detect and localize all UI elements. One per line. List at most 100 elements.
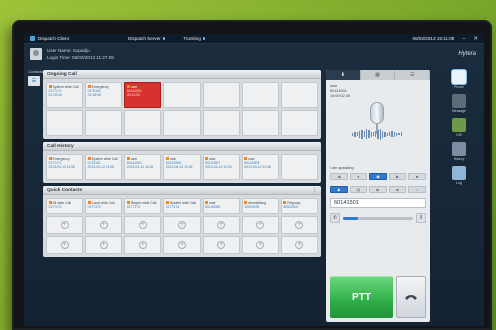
add-contact-slot[interactable]: + — [202, 216, 240, 234]
contacts-icon: ☰ — [31, 78, 37, 84]
monitor-icon[interactable]: ◉ — [369, 173, 387, 180]
contacts-card-number: 60520001 — [283, 204, 299, 209]
empty-slot[interactable] — [163, 110, 201, 136]
add-contact-slot[interactable]: + — [280, 236, 318, 254]
wave-bar — [393, 131, 395, 137]
add-icon: + — [217, 221, 226, 229]
empty-slot[interactable] — [280, 110, 318, 136]
contacts-card-name: Region wide Call — [126, 201, 159, 205]
empty-slot[interactable] — [241, 110, 279, 136]
call-icon — [126, 201, 130, 205]
add-contact-slot[interactable]: + — [241, 236, 279, 254]
add-contact-slot[interactable]: + — [241, 216, 279, 234]
add-contact-slot[interactable]: + — [202, 236, 240, 254]
ptt-button[interactable]: PTT — [330, 276, 393, 318]
play-icon[interactable]: ▶ — [369, 186, 387, 193]
add-contact-slot[interactable]: + — [124, 236, 162, 254]
volume-slider[interactable] — [343, 216, 413, 220]
forward-icon[interactable]: ▶ — [388, 173, 407, 180]
add-contact-slot[interactable]: + — [163, 216, 201, 234]
sidebar-item-history[interactable]: History — [450, 142, 468, 161]
call-history-card[interactable]: System wide Call 0175181 2013-04-12 11:06 — [85, 154, 123, 180]
contacts-label: Contacts — [28, 70, 43, 74]
end-icon[interactable]: ■ — [408, 173, 426, 180]
print-icon[interactable]: ▤ — [349, 186, 368, 193]
ongoing-call-card[interactable]: user 60141501 00:01:05 — [124, 82, 162, 108]
sidebar-item-log[interactable]: Log — [450, 166, 468, 185]
sidebar-item-gis[interactable]: GIS — [450, 118, 468, 137]
center-panels: Ongoing Call System wide Call 0177171 01:1… — [43, 70, 321, 260]
add-contact-slot[interactable]: + — [163, 236, 201, 254]
title-bar: Dispatch Client Dispatch Server Trunking… — [24, 34, 484, 44]
record-icon[interactable]: ● — [349, 173, 368, 180]
close-button[interactable]: ✕ — [473, 36, 478, 42]
contacts-toggle-button[interactable]: ☰ — [28, 76, 40, 86]
call-history-card[interactable]: Emergency 0177171 2013-04-12 11:06 — [46, 154, 84, 180]
add-contact-slot[interactable]: + — [46, 216, 84, 234]
contacts-card-number: 60140008 — [205, 204, 221, 209]
call-icon — [126, 157, 130, 161]
quick-contact-card[interactable]: user 60140008 — [202, 198, 240, 214]
check-icon[interactable]: ✓ — [408, 186, 426, 193]
call-history-card[interactable]: user 60141505 2013-04-12 11:06 — [163, 154, 201, 180]
quick-contact-card[interactable]: All wide Call 0177171 — [46, 198, 84, 214]
call-history-title: Call History — [47, 143, 74, 149]
number-input[interactable]: 60141501 — [330, 198, 426, 208]
tab-keypad[interactable]: ▦ — [361, 70, 396, 80]
sidebar-item-message[interactable]: Message — [450, 94, 468, 113]
call-history-card[interactable]: user 60141501 2013-04-12 11:06 — [124, 154, 162, 180]
stop-icon[interactable]: ■ — [388, 186, 407, 193]
tab-call[interactable]: ⬇ — [326, 70, 361, 80]
empty-slot[interactable] — [163, 82, 201, 108]
quick-contact-card[interactable]: dennisBang 10025199 — [241, 198, 279, 214]
datetime: 06/02/2013 15:11:08 — [412, 36, 455, 41]
empty-slot[interactable] — [280, 154, 318, 180]
wave-bar — [395, 132, 398, 136]
add-contact-slot[interactable]: + — [85, 216, 123, 234]
quick-contact-card[interactable]: System wide Call 0177174 — [163, 198, 201, 214]
wave-bar — [358, 130, 361, 138]
empty-slot[interactable] — [280, 82, 318, 108]
audio-wave-icon — [352, 128, 402, 140]
ongoing-card-time: 01:15:06 — [87, 92, 101, 97]
empty-slot[interactable] — [202, 110, 240, 136]
more-icon[interactable]: ⋮ — [312, 188, 317, 193]
add-contact-slot[interactable]: + — [280, 216, 318, 234]
history-card-time: 2013-04-12 11:06 — [126, 164, 154, 169]
quick-contact-card[interactable]: Local wide Call 0177172 — [85, 198, 123, 214]
empty-slot[interactable] — [202, 82, 240, 108]
empty-slot[interactable] — [241, 82, 279, 108]
add-icon: + — [256, 221, 265, 229]
empty-slot[interactable] — [124, 110, 162, 136]
wave-bar — [382, 130, 384, 138]
user-icon[interactable]: ♟ — [330, 186, 348, 193]
add-contact-slot[interactable]: + — [46, 236, 84, 254]
ongoing-call-card[interactable]: Emergency 0175181 01:15:06 — [85, 82, 123, 108]
call-icon — [244, 201, 248, 205]
wave-bar — [398, 133, 400, 135]
sidebar-item-phone[interactable]: Phone — [450, 70, 468, 89]
call-icon — [205, 201, 209, 205]
add-icon: + — [177, 241, 186, 249]
call-history-card[interactable]: user 60141507 2013-04-12 11:06 — [202, 154, 240, 180]
add-icon: + — [138, 221, 147, 229]
wave-bar — [361, 129, 363, 139]
minimize-button[interactable]: – — [462, 36, 465, 42]
ptt-panel: ⬇ ▦ ☰ user 60141501 15:09:02.06 I am spe… — [326, 70, 430, 322]
ongoing-call-card[interactable]: System wide Call 0177171 01:15:06 — [46, 82, 84, 108]
call-history-card[interactable]: user 60141509 2013-04-12 11:06 — [241, 154, 279, 180]
hangup-button[interactable] — [396, 276, 426, 318]
quick-contact-card[interactable]: Region wide Call 0177173 — [124, 198, 162, 214]
empty-slot[interactable] — [85, 110, 123, 136]
wave-bar — [379, 128, 382, 140]
add-contact-slot[interactable]: + — [85, 236, 123, 254]
pause-icon[interactable]: ‖ — [416, 213, 426, 223]
empty-slot[interactable] — [46, 110, 84, 136]
dial-icon[interactable]: ✆ — [330, 213, 340, 223]
tab-list[interactable]: ☰ — [395, 70, 430, 80]
rewind-icon[interactable]: ◀ — [330, 173, 348, 180]
quick-contact-card[interactable]: Regroup 60520001 — [280, 198, 318, 214]
add-contact-slot[interactable]: + — [124, 216, 162, 234]
history-icon — [452, 142, 466, 156]
history-card-time: 2013-04-12 11:06 — [205, 164, 232, 169]
